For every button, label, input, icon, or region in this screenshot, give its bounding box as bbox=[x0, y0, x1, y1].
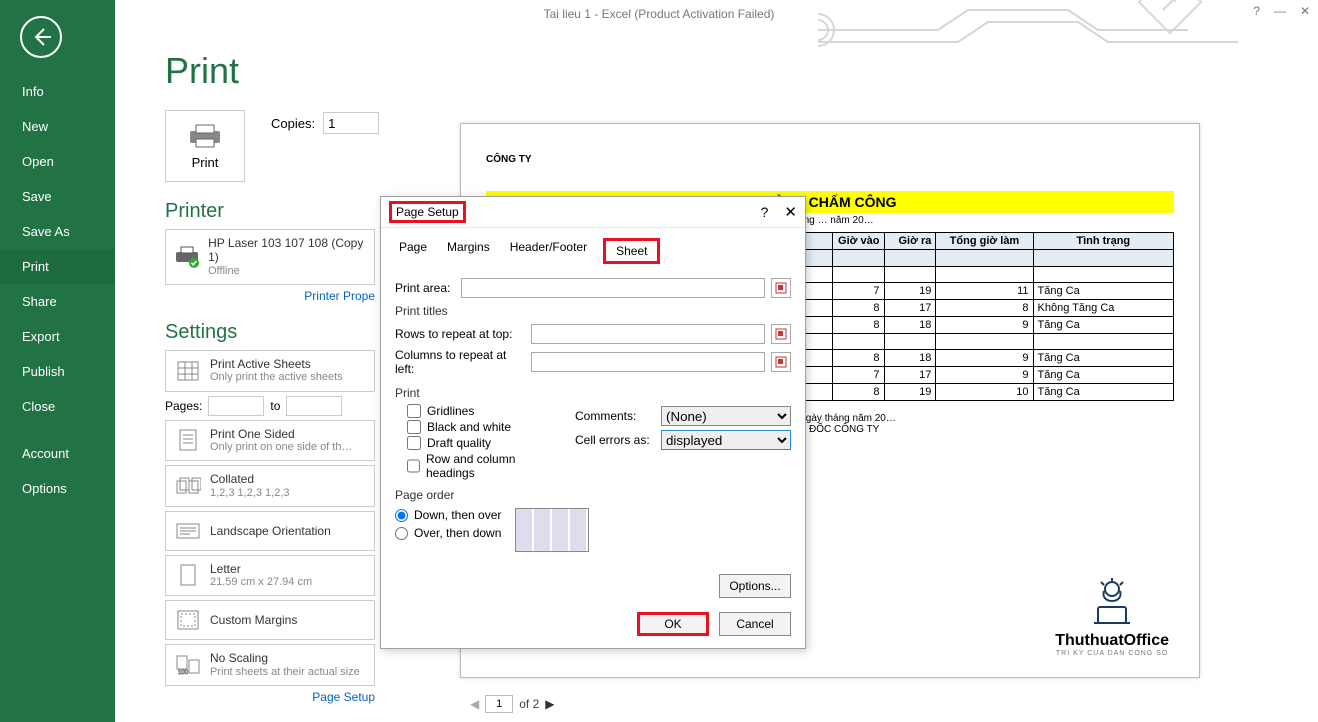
page-nav: ◀ of 2 ▶ bbox=[470, 695, 554, 713]
sidebar-item-saveas[interactable]: Save As bbox=[0, 214, 115, 249]
print-titles-label: Print titles bbox=[395, 304, 448, 318]
one-sided-selector[interactable]: Print One SidedOnly print on one side of… bbox=[165, 420, 375, 462]
pages-from-input[interactable] bbox=[208, 396, 264, 416]
page-setup-dialog: Page Setup ? ✕ Page Margins Header/Foote… bbox=[380, 196, 806, 649]
sidebar-item-open[interactable]: Open bbox=[0, 144, 115, 179]
sidebar-item-new[interactable]: New bbox=[0, 109, 115, 144]
page-order-diagram bbox=[515, 508, 589, 552]
brand-logo: ThuthuatOffice TRI KY CUA DAN CONG SO bbox=[1055, 577, 1169, 657]
print-what-selector[interactable]: Print Active SheetsOnly print the active… bbox=[165, 350, 375, 392]
printer-name: HP Laser 103 107 108 (Copy 1) bbox=[208, 236, 366, 265]
gridlines-checkbox[interactable] bbox=[407, 404, 421, 418]
prev-page-button[interactable]: ◀ bbox=[470, 697, 479, 711]
scaling-selector[interactable]: 100 No ScalingPrint sheets at their actu… bbox=[165, 644, 375, 686]
printer-selector[interactable]: HP Laser 103 107 108 (Copy 1) Offline bbox=[165, 229, 375, 285]
sidebar-item-publish[interactable]: Publish bbox=[0, 354, 115, 389]
titlebar: Tai lieu 1 - Excel (Product Activation F… bbox=[0, 0, 1318, 28]
printer-icon bbox=[174, 244, 200, 270]
rows-ref-button[interactable] bbox=[771, 324, 791, 344]
over-down-radio[interactable] bbox=[395, 527, 408, 540]
window-title: Tai lieu 1 - Excel (Product Activation F… bbox=[544, 7, 775, 21]
print-button[interactable]: Print bbox=[165, 110, 245, 182]
printer-status: Offline bbox=[208, 265, 366, 278]
ok-button[interactable]: OK bbox=[637, 612, 709, 636]
printer-icon bbox=[187, 123, 223, 149]
comments-select[interactable]: (None) bbox=[661, 406, 791, 426]
orientation-selector[interactable]: Landscape Orientation bbox=[165, 511, 375, 551]
page-setup-link[interactable]: Page Setup bbox=[165, 690, 375, 704]
comments-label: Comments: bbox=[575, 409, 655, 423]
sidebar-item-info[interactable]: Info bbox=[0, 74, 115, 109]
options-button[interactable]: Options... bbox=[719, 574, 791, 598]
margins-icon bbox=[174, 607, 202, 633]
sidebar-item-close[interactable]: Close bbox=[0, 389, 115, 424]
preview-company: CÔNG TY bbox=[486, 154, 1174, 165]
page-order-label: Page order bbox=[395, 488, 454, 502]
page-title: Print bbox=[165, 50, 1288, 92]
print-area-ref-button[interactable] bbox=[771, 278, 791, 298]
margins-selector[interactable]: Custom Margins bbox=[165, 600, 375, 640]
cols-repeat-label: Columns to repeat at left: bbox=[395, 348, 525, 376]
paper-icon bbox=[174, 562, 202, 588]
cell-errors-label: Cell errors as: bbox=[575, 433, 655, 447]
pages-to-input[interactable] bbox=[286, 396, 342, 416]
print-button-label: Print bbox=[192, 155, 219, 170]
pages-to-label: to bbox=[270, 399, 280, 413]
dialog-help-icon[interactable]: ? bbox=[761, 204, 769, 220]
collated-selector[interactable]: Collated1,2,3 1,2,3 1,2,3 bbox=[165, 465, 375, 507]
next-page-button[interactable]: ▶ bbox=[545, 697, 554, 711]
dialog-close-icon[interactable]: ✕ bbox=[784, 203, 797, 221]
bw-checkbox[interactable] bbox=[407, 420, 421, 434]
scaling-icon: 100 bbox=[174, 652, 202, 678]
sidebar-item-account[interactable]: Account bbox=[0, 436, 115, 471]
page-of-label: of 2 bbox=[519, 697, 539, 711]
draft-checkbox[interactable] bbox=[407, 436, 421, 450]
print-area-input[interactable] bbox=[461, 278, 765, 298]
pages-label: Pages: bbox=[165, 399, 202, 413]
help-icon[interactable]: ? bbox=[1253, 4, 1260, 18]
printer-properties-link[interactable]: Printer Prope bbox=[165, 289, 375, 303]
tab-sheet[interactable]: Sheet bbox=[603, 238, 660, 264]
tab-margins[interactable]: Margins bbox=[443, 238, 494, 264]
close-window-button[interactable]: ✕ bbox=[1300, 4, 1310, 18]
landscape-icon bbox=[174, 518, 202, 544]
down-over-radio[interactable] bbox=[395, 509, 408, 522]
dialog-title: Page Setup bbox=[389, 201, 466, 223]
back-button[interactable] bbox=[20, 16, 62, 58]
cols-repeat-input[interactable] bbox=[531, 352, 765, 372]
collate-icon bbox=[174, 473, 202, 499]
page-current-input[interactable] bbox=[485, 695, 513, 713]
minimize-button[interactable]: — bbox=[1274, 4, 1286, 18]
sidebar: Info New Open Save Save As Print Share E… bbox=[0, 0, 115, 722]
sidebar-item-print[interactable]: Print bbox=[0, 249, 115, 284]
rows-repeat-input[interactable] bbox=[531, 324, 765, 344]
sidebar-item-share[interactable]: Share bbox=[0, 284, 115, 319]
row-col-headings-checkbox[interactable] bbox=[407, 459, 420, 473]
cancel-button[interactable]: Cancel bbox=[719, 612, 791, 636]
sidebar-item-export[interactable]: Export bbox=[0, 319, 115, 354]
page-icon bbox=[174, 427, 202, 453]
print-area-label: Print area: bbox=[395, 281, 455, 295]
sidebar-item-save[interactable]: Save bbox=[0, 179, 115, 214]
cell-errors-select[interactable]: displayed bbox=[661, 430, 791, 450]
tab-header-footer[interactable]: Header/Footer bbox=[506, 238, 591, 264]
copies-input[interactable] bbox=[323, 112, 379, 134]
tab-page[interactable]: Page bbox=[395, 238, 431, 264]
cols-ref-button[interactable] bbox=[771, 352, 791, 372]
mascot-icon bbox=[1084, 577, 1140, 627]
sheets-icon bbox=[174, 358, 202, 384]
copies-label: Copies: bbox=[271, 116, 315, 131]
print-group-label: Print bbox=[395, 386, 420, 400]
svg-text:100: 100 bbox=[178, 670, 189, 676]
sidebar-item-options[interactable]: Options bbox=[0, 471, 115, 506]
rows-repeat-label: Rows to repeat at top: bbox=[395, 327, 525, 341]
paper-size-selector[interactable]: Letter21.59 cm x 27.94 cm bbox=[165, 555, 375, 597]
